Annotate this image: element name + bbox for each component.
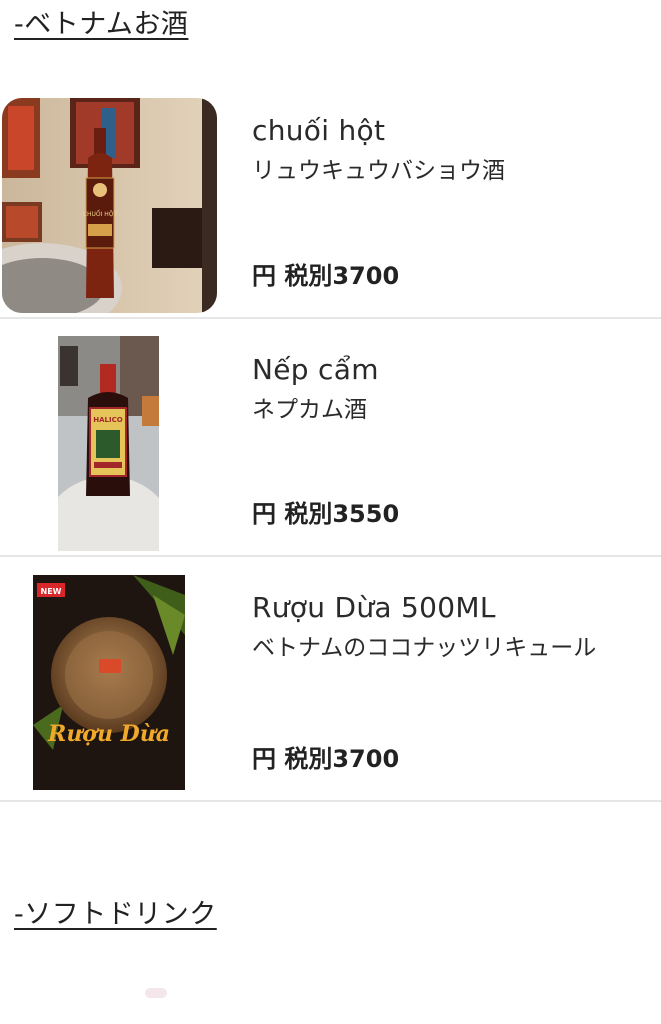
item-price: 円 税別3700 (252, 745, 400, 773)
item-photo[interactable]: HALICO (58, 336, 159, 551)
bottle-label-text: Rượu Dừa (47, 721, 170, 747)
menu-item[interactable]: NEW Rượu Dừa Rượu Dừa 500ML ベトナムのココナッツリキ… (0, 557, 661, 802)
bottle-label-text: HALICO (93, 416, 122, 424)
new-badge-text: NEW (41, 587, 62, 596)
item-photo[interactable]: CHUỐI HỘT (2, 98, 217, 313)
item-description: ベトナムのココナッツリキュール (252, 635, 597, 661)
section-heading-vietnamese-liquor: -ベトナムお酒 (14, 9, 189, 40)
section-heading-soft-drinks: -ソフトドリンク (14, 899, 217, 930)
item-name: chuối hột (252, 114, 386, 147)
item-description: リュウキュウバショウ酒 (252, 158, 505, 184)
item-price: 円 税別3700 (252, 262, 400, 290)
item-photo[interactable]: NEW Rượu Dừa (33, 575, 185, 790)
partial-image-placeholder (145, 988, 167, 998)
item-description: ネプカム酒 (252, 397, 367, 423)
menu-item[interactable]: CHUỐI HỘT chuối hột リュウキュウバショウ酒 円 税別3700 (0, 96, 661, 319)
menu-item[interactable]: HALICO Nếp cẩm ネプカム酒 円 税別3550 (0, 319, 661, 557)
item-price: 円 税別3550 (252, 500, 400, 528)
bottle-label-text: CHUỐI HỘT (83, 210, 118, 218)
item-name: Rượu Dừa 500ML (252, 591, 496, 624)
item-name: Nếp cẩm (252, 353, 379, 386)
